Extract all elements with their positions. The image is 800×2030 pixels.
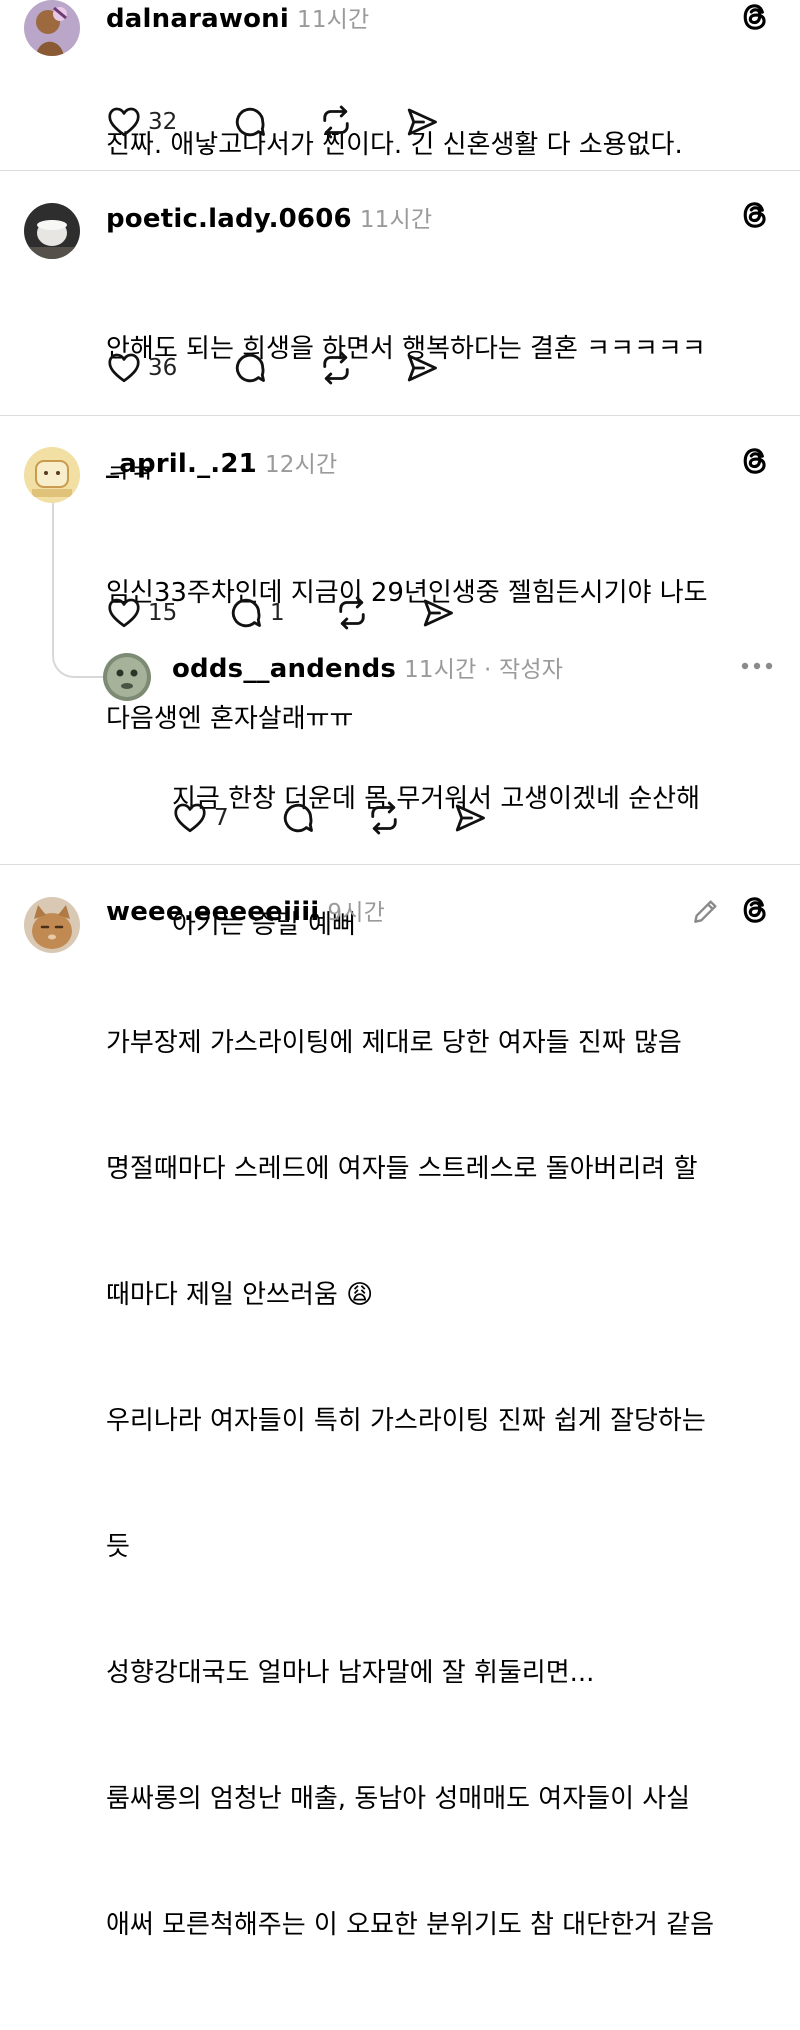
repost-arrows-icon <box>318 350 354 386</box>
username-row: odds__andends 11시간 · 작성자 <box>172 650 563 684</box>
repost-button[interactable] <box>366 800 402 836</box>
username[interactable]: _april._.21 <box>106 449 257 479</box>
like-button[interactable]: 7 <box>172 800 229 836</box>
text-line: 임신33주차인데 지금이 29년인생중 젤힘든시기야 나도 <box>106 578 708 608</box>
reply-count: 1 <box>270 600 285 626</box>
reply-button[interactable] <box>280 800 316 836</box>
threads-logo-icon[interactable] <box>738 198 772 232</box>
repost-arrows-icon <box>318 104 354 140</box>
threads-logo-icon[interactable] <box>738 893 772 927</box>
reply-button[interactable]: 1 <box>228 595 285 631</box>
heart-icon <box>106 350 142 386</box>
comment-bubble-icon <box>232 104 268 140</box>
heart-icon <box>172 800 208 836</box>
username[interactable]: poetic.lady.0606 <box>106 204 352 234</box>
threads-logo-icon[interactable] <box>738 444 772 478</box>
comment-bubble-icon <box>228 595 264 631</box>
author-badge: · 작성자 <box>476 657 564 683</box>
reply-button[interactable] <box>232 350 268 386</box>
avatar[interactable] <box>24 0 80 56</box>
username-row: _april._.21 12시간 <box>106 445 337 479</box>
timestamp: 12시간 <box>264 452 338 478</box>
send-icon <box>420 595 456 631</box>
share-button[interactable] <box>404 350 440 386</box>
like-count: 7 <box>214 805 229 831</box>
comment-bubble-icon <box>232 350 268 386</box>
divider <box>0 170 800 171</box>
like-button[interactable]: 32 <box>106 104 177 140</box>
username-row: poetic.lady.0606 11시간 <box>106 200 432 234</box>
text-line: 때마다 제일 안쓰러움 😩 <box>106 1280 374 1310</box>
repost-arrows-icon <box>334 595 370 631</box>
avatar[interactable] <box>24 897 80 953</box>
avatar[interactable] <box>24 203 80 259</box>
repost-button[interactable] <box>318 104 354 140</box>
timestamp: 11시간 <box>404 657 477 683</box>
share-button[interactable] <box>452 800 488 836</box>
repost-button[interactable] <box>318 350 354 386</box>
reply-button[interactable] <box>232 104 268 140</box>
comment-bubble-icon <box>280 800 316 836</box>
text-line: 애써 모른척해주는 이 오묘한 분위기도 참 대단한거 같음 <box>106 1910 715 1940</box>
like-count: 36 <box>148 355 178 381</box>
send-icon <box>404 104 440 140</box>
like-count: 32 <box>148 109 178 135</box>
username-row: weee.eeeeeiiii 9시간 <box>106 893 385 927</box>
avatar[interactable] <box>24 447 80 503</box>
divider <box>0 415 800 416</box>
share-button[interactable] <box>420 595 456 631</box>
avatar[interactable] <box>103 653 151 701</box>
send-icon <box>404 350 440 386</box>
timestamp: 11시간 <box>297 7 370 33</box>
username[interactable]: dalnarawoni <box>106 4 289 34</box>
thread-connector-line <box>52 498 104 678</box>
text-line: 우리나라 여자들이 특히 가스라이팅 진짜 쉽게 잘당하는 <box>106 1406 706 1436</box>
like-button[interactable]: 15 <box>106 595 177 631</box>
text-line: 룸싸롱의 엄청난 매출, 동남아 성매매도 여자들이 사실 <box>106 1784 691 1814</box>
divider <box>0 864 800 865</box>
text-line: 듯 <box>106 1532 130 1562</box>
repost-arrows-icon <box>366 800 402 836</box>
username[interactable]: weee.eeeeeiiii <box>106 897 319 927</box>
like-button[interactable]: 36 <box>106 350 177 386</box>
text-line: 진짜. 애낳고나서가 찐이다. 긴 신혼생활 다 소용없다. <box>106 130 683 160</box>
share-button[interactable] <box>404 104 440 140</box>
pencil-icon[interactable] <box>690 895 722 927</box>
heart-icon <box>106 104 142 140</box>
text-line: 가부장제 가스라이팅에 제대로 당한 여자들 진짜 많음 <box>106 1028 682 1058</box>
heart-icon <box>106 595 142 631</box>
send-icon <box>452 800 488 836</box>
username-row: dalnarawoni 11시간 <box>106 0 369 34</box>
timestamp: 11시간 <box>359 207 433 233</box>
username[interactable]: odds__andends <box>172 654 396 684</box>
text-line: 성향강대국도 얼마나 남자말에 잘 휘둘리면... <box>106 1658 595 1688</box>
text-line: 명절때마다 스레드에 여자들 스트레스로 돌아버리려 할 <box>106 1154 698 1184</box>
more-dots-icon[interactable] <box>740 661 774 671</box>
like-count: 15 <box>148 600 178 626</box>
threads-logo-icon[interactable] <box>738 0 772 34</box>
timestamp: 9시간 <box>327 900 385 926</box>
repost-button[interactable] <box>334 595 370 631</box>
post-text: 가부장제 가스라이팅에 제대로 당한 여자들 진짜 많음 명절때마다 스레드에 … <box>106 938 714 2030</box>
text-line: 지금 한창 더운데 몸 무거워서 고생이겠네 순산해 <box>172 784 700 814</box>
